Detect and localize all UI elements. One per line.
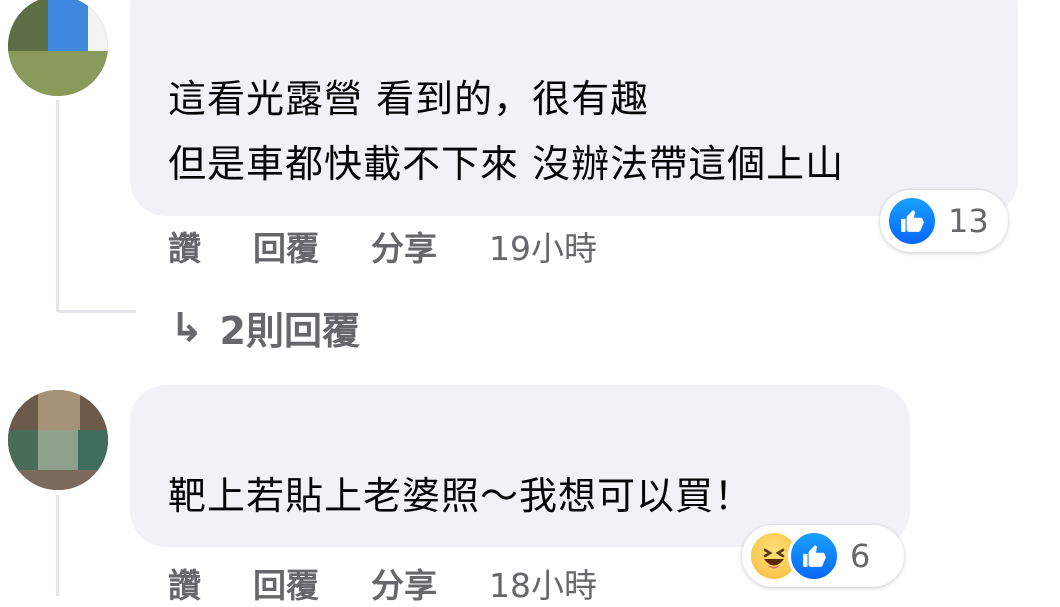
avatar-image-part [8, 470, 108, 490]
avatar-image-part [48, 0, 88, 51]
avatar-image-part [8, 430, 38, 470]
avatar-image-part [38, 390, 80, 430]
comment-text-line: 但是車都快載不下來 沒辦法帶這個上山 [168, 142, 845, 186]
avatar-image-part [78, 430, 108, 470]
thread-connector-1 [56, 310, 136, 313]
view-replies-link[interactable]: ↳ 2則回覆 [170, 300, 360, 355]
avatar-image-part [8, 0, 48, 51]
like-icon [788, 530, 840, 582]
like-button[interactable]: 讚 [168, 222, 201, 270]
comment-actions: 讚 回覆 分享 19小時 [168, 222, 597, 270]
avatar-image-part [88, 0, 108, 51]
like-button[interactable]: 讚 [168, 559, 201, 607]
reactions-summary[interactable]: 13 [880, 190, 1008, 252]
thread-line-2 [56, 495, 59, 596]
replies-count-label: 2則回覆 [219, 309, 360, 353]
comment-actions: 讚 回覆 分享 18小時 [168, 559, 597, 607]
avatar-image-part [8, 51, 108, 96]
reply-button[interactable]: 回覆 [253, 559, 319, 607]
avatar-image-part [38, 430, 78, 470]
reply-button[interactable]: 回覆 [253, 222, 319, 270]
reply-arrow-icon: ↳ [170, 304, 204, 351]
share-button[interactable]: 分享 [371, 222, 437, 270]
reaction-count: 13 [948, 202, 989, 240]
comment-bubble [130, 385, 910, 547]
reaction-count: 6 [850, 537, 871, 575]
thread-line-1 [56, 100, 59, 312]
timestamp[interactable]: 19小時 [489, 222, 597, 270]
comment-text-line: 靶上若貼上老婆照～我想可以買！ [168, 474, 754, 518]
like-icon [886, 195, 938, 247]
timestamp[interactable]: 18小時 [489, 559, 597, 607]
comment-text-line: 這看光露營 看到的，很有趣 [168, 77, 650, 121]
share-button[interactable]: 分享 [371, 559, 437, 607]
avatar[interactable] [8, 390, 108, 490]
avatar[interactable] [8, 0, 108, 96]
reactions-summary[interactable]: 6 [742, 525, 904, 587]
